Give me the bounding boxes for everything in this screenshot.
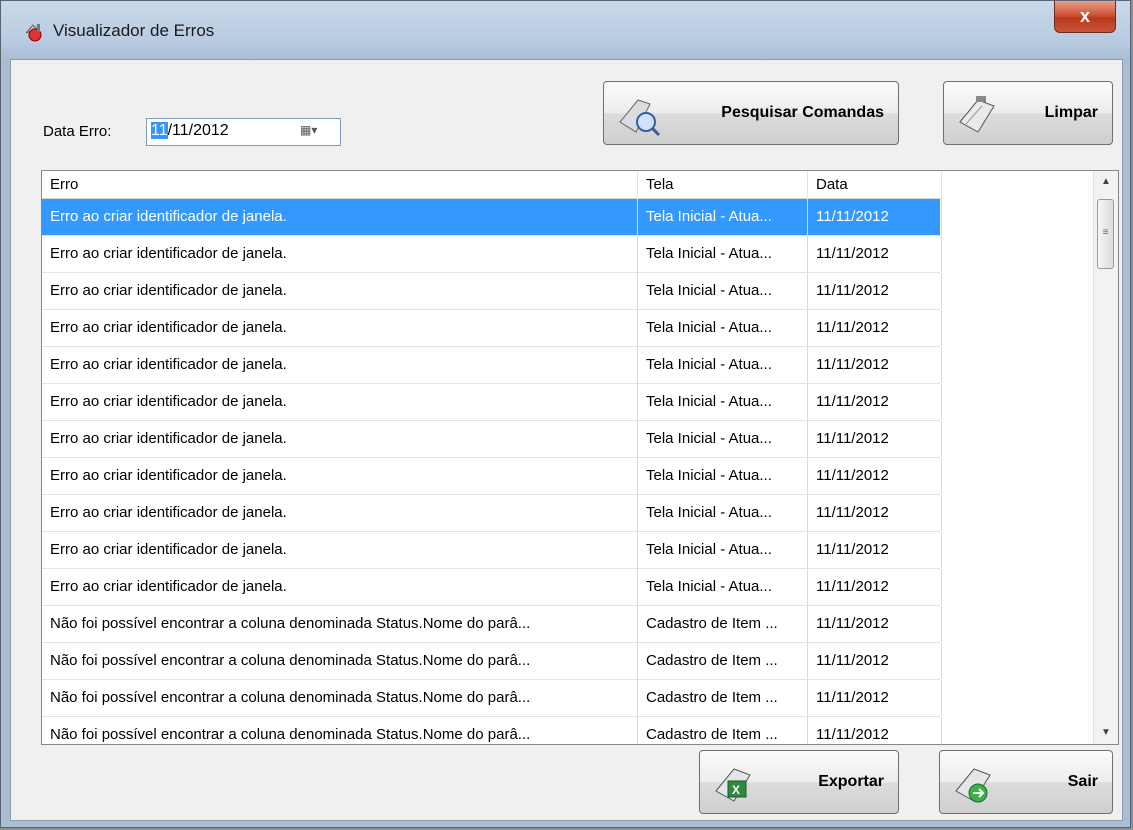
cell-tela: Tela Inicial - Atua... xyxy=(638,532,808,568)
table-row[interactable]: Não foi possível encontrar a coluna deno… xyxy=(42,717,942,744)
table-row[interactable]: Erro ao criar identificador de janela. Te… xyxy=(42,273,942,310)
close-button[interactable]: x xyxy=(1054,1,1116,33)
title-bar: Visualizador de Erros x xyxy=(1,1,1130,59)
table-row[interactable]: Erro ao criar identificador de janela. Te… xyxy=(42,384,942,421)
table-row[interactable]: Erro ao criar identificador de janela. Te… xyxy=(42,310,942,347)
date-label: Data Erro: xyxy=(43,123,112,140)
calendar-dropdown-icon[interactable]: ▦▾ xyxy=(300,123,336,141)
column-header-data[interactable]: Data xyxy=(808,171,942,198)
cell-erro: Erro ao criar identificador de janela. xyxy=(42,310,638,346)
cell-data: 11/11/2012 xyxy=(808,606,942,642)
table-row[interactable]: Erro ao criar identificador de janela. Te… xyxy=(42,532,942,569)
cell-erro: Erro ao criar identificador de janela. xyxy=(42,347,638,383)
cell-erro: Erro ao criar identificador de janela. xyxy=(42,199,638,235)
clear-button[interactable]: Limpar xyxy=(943,81,1113,145)
table-header: Erro Tela Data xyxy=(42,171,942,199)
cell-data: 11/11/2012 xyxy=(808,569,942,605)
cell-tela: Cadastro de Item ... xyxy=(638,680,808,716)
cell-data: 11/11/2012 xyxy=(808,310,942,346)
export-button[interactable]: X Exportar xyxy=(699,750,899,814)
cell-data: 11/11/2012 xyxy=(808,495,942,531)
cell-erro: Erro ao criar identificador de janela. xyxy=(42,569,638,605)
table-row[interactable]: Erro ao criar identificador de janela. Te… xyxy=(42,495,942,532)
scroll-up-icon[interactable]: ▲ xyxy=(1094,171,1118,193)
search-magnifier-icon xyxy=(619,99,661,137)
cell-erro: Erro ao criar identificador de janela. xyxy=(42,495,638,531)
cell-data: 11/11/2012 xyxy=(808,643,942,679)
table-body: Erro ao criar identificador de janela. Te… xyxy=(42,199,942,744)
app-window: Visualizador de Erros x Data Erro: 11/11… xyxy=(0,0,1131,828)
cell-data: 11/11/2012 xyxy=(808,532,942,568)
exit-button[interactable]: Sair xyxy=(939,750,1113,814)
table-row[interactable]: Erro ao criar identificador de janela. Te… xyxy=(42,458,942,495)
table-row[interactable]: Erro ao criar identificador de janela. Te… xyxy=(42,421,942,458)
cell-erro: Não foi possível encontrar a coluna deno… xyxy=(42,717,638,744)
table-row[interactable]: Erro ao criar identificador de janela. Te… xyxy=(42,236,942,273)
cell-tela: Tela Inicial - Atua... xyxy=(638,384,808,420)
cell-data: 11/11/2012 xyxy=(808,347,942,383)
window-title: Visualizador de Erros xyxy=(53,21,215,40)
cell-data: 11/11/2012 xyxy=(808,236,942,272)
cell-data: 11/11/2012 xyxy=(808,458,942,494)
scroll-thumb[interactable]: ≡ xyxy=(1097,199,1114,269)
cell-erro: Erro ao criar identificador de janela. xyxy=(42,458,638,494)
cell-tela: Tela Inicial - Atua... xyxy=(638,236,808,272)
excel-export-icon: X xyxy=(715,768,751,802)
cell-tela: Tela Inicial - Atua... xyxy=(638,273,808,309)
cell-data: 11/11/2012 xyxy=(808,421,942,457)
cell-erro: Não foi possível encontrar a coluna deno… xyxy=(42,680,638,716)
cell-erro: Não foi possível encontrar a coluna deno… xyxy=(42,606,638,642)
cell-tela: Tela Inicial - Atua... xyxy=(638,199,808,235)
cell-tela: Tela Inicial - Atua... xyxy=(638,421,808,457)
vertical-scrollbar[interactable]: ▲ ≡ ▼ xyxy=(1093,171,1118,744)
table-row[interactable]: Não foi possível encontrar a coluna deno… xyxy=(42,606,942,643)
cell-tela: Cadastro de Item ... xyxy=(638,717,808,744)
cell-erro: Erro ao criar identificador de janela. xyxy=(42,532,638,568)
table-row[interactable]: Erro ao criar identificador de janela. Te… xyxy=(42,199,942,236)
exit-arrow-icon xyxy=(955,768,991,803)
cell-tela: Cadastro de Item ... xyxy=(638,643,808,679)
cell-data: 11/11/2012 xyxy=(808,199,942,235)
table-row[interactable]: Não foi possível encontrar a coluna deno… xyxy=(42,643,942,680)
cell-tela: Tela Inicial - Atua... xyxy=(638,310,808,346)
errors-table[interactable]: Erro Tela Data Erro ao criar identificad… xyxy=(41,170,1119,745)
cell-data: 11/11/2012 xyxy=(808,680,942,716)
cell-tela: Tela Inicial - Atua... xyxy=(638,495,808,531)
date-value: 11/11/2012 xyxy=(151,122,229,139)
cell-erro: Não foi possível encontrar a coluna deno… xyxy=(42,643,638,679)
cell-erro: Erro ao criar identificador de janela. xyxy=(42,236,638,272)
cell-erro: Erro ao criar identificador de janela. xyxy=(42,273,638,309)
cell-tela: Cadastro de Item ... xyxy=(638,606,808,642)
table-row[interactable]: Erro ao criar identificador de janela. Te… xyxy=(42,347,942,384)
app-icon xyxy=(25,24,42,42)
cell-tela: Tela Inicial - Atua... xyxy=(638,458,808,494)
cell-erro: Erro ao criar identificador de janela. xyxy=(42,421,638,457)
table-row[interactable]: Não foi possível encontrar a coluna deno… xyxy=(42,680,942,717)
cell-tela: Tela Inicial - Atua... xyxy=(638,569,808,605)
search-commands-button[interactable]: Pesquisar Comandas xyxy=(603,81,899,145)
table-row[interactable]: Erro ao criar identificador de janela. Te… xyxy=(42,569,942,606)
cell-data: 11/11/2012 xyxy=(808,273,942,309)
scroll-down-icon[interactable]: ▼ xyxy=(1094,722,1118,744)
column-header-erro[interactable]: Erro xyxy=(42,171,638,198)
cell-erro: Erro ao criar identificador de janela. xyxy=(42,384,638,420)
cell-data: 11/11/2012 xyxy=(808,717,942,744)
clear-notepad-icon xyxy=(959,96,995,133)
client-area: Data Erro: 11/11/2012 ▦▾ Pesquisar Coman… xyxy=(10,59,1123,821)
date-picker[interactable]: 11/11/2012 ▦▾ xyxy=(146,118,341,146)
svg-text:X: X xyxy=(732,783,740,797)
cell-tela: Tela Inicial - Atua... xyxy=(638,347,808,383)
cell-data: 11/11/2012 xyxy=(808,384,942,420)
column-header-tela[interactable]: Tela xyxy=(638,171,808,198)
